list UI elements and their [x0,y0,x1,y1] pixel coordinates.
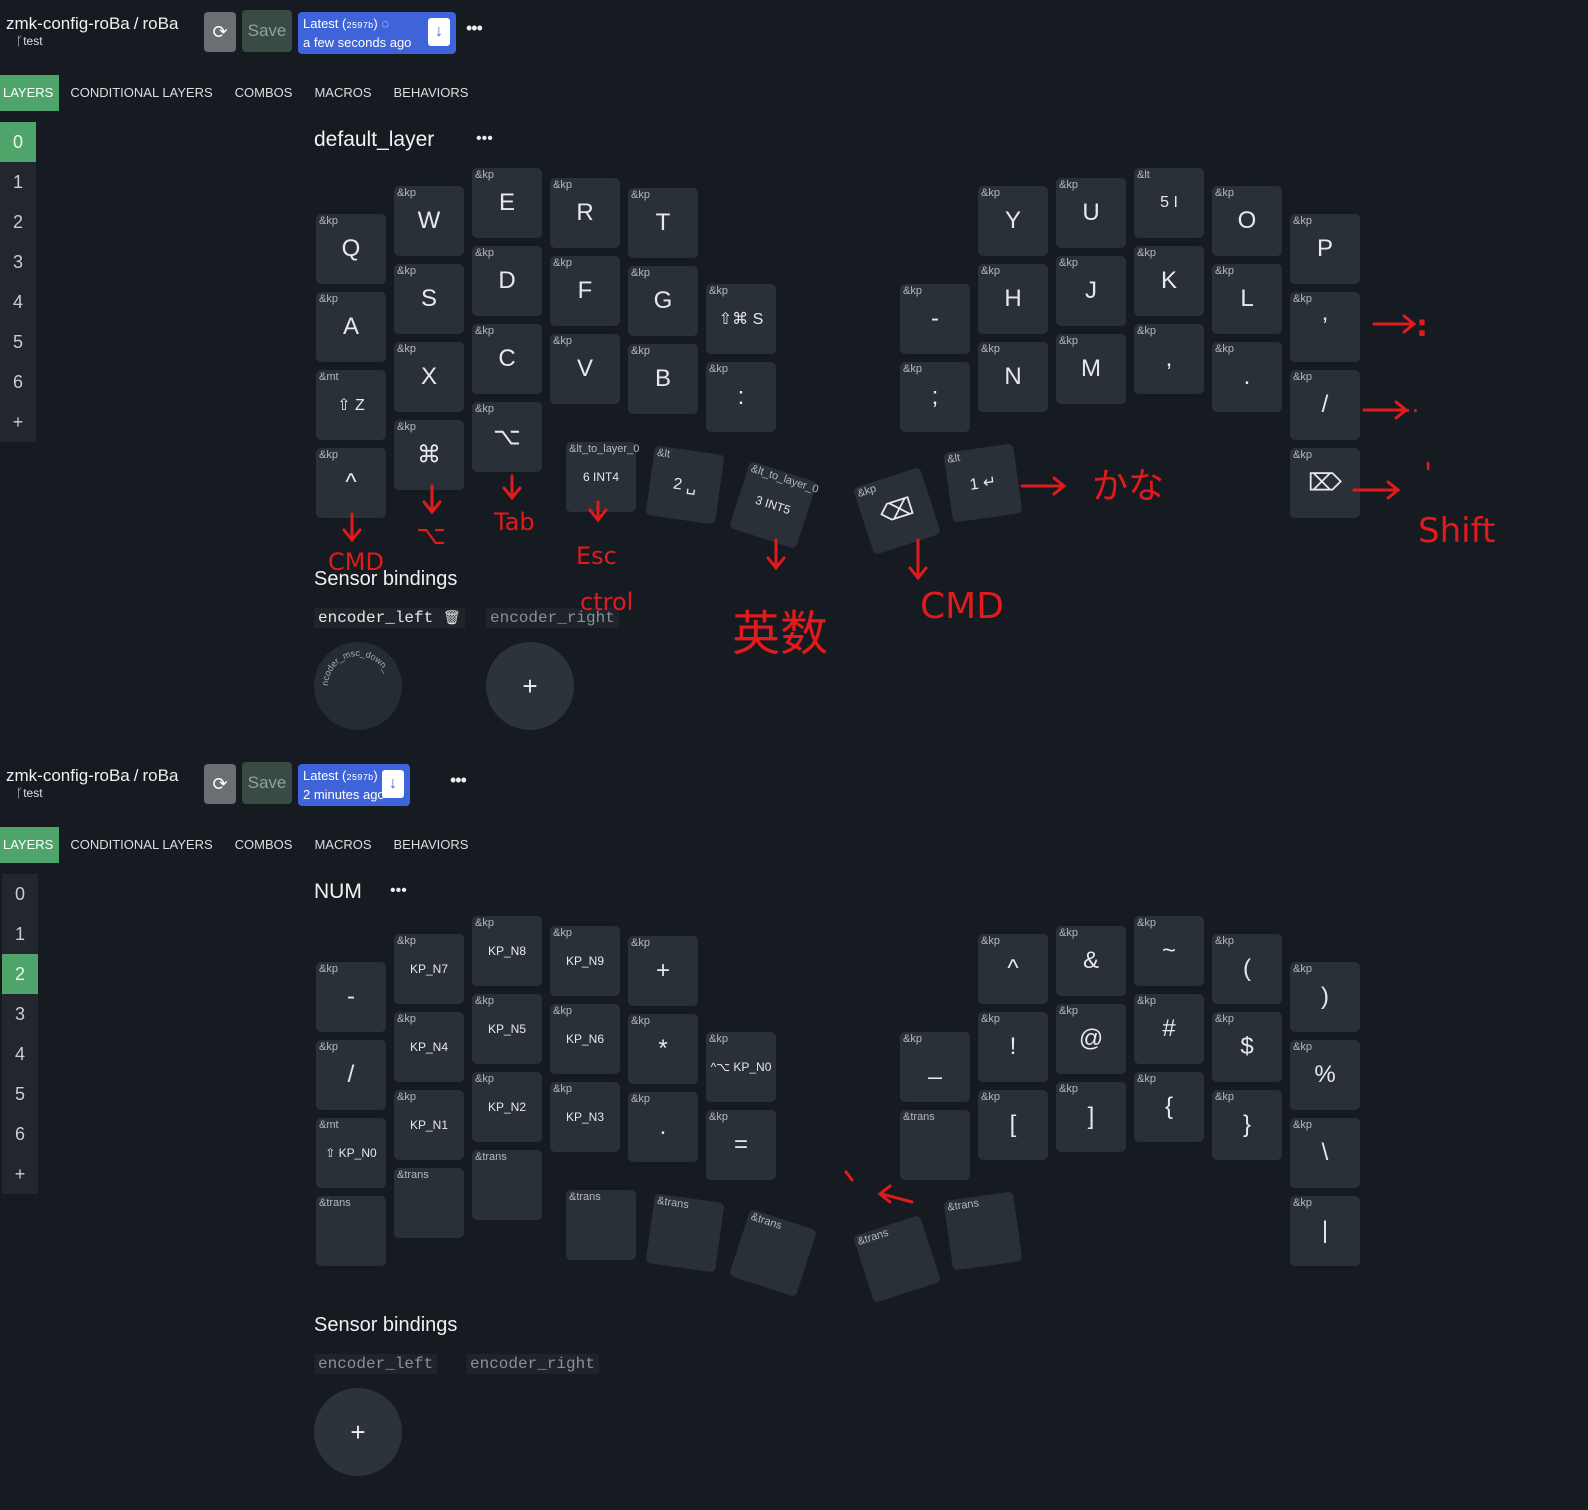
annotation-tab: Tab [493,508,535,536]
annotation-quote: ' [1424,457,1432,492]
annotation-eisu: 英数 [732,606,828,662]
annotation-cmd-left: CMD [328,548,384,576]
handwritten-annotations: CMD ⌥ Tab Esc ctrol 英数 CMD かな : .. ' Shi… [328,309,1495,1204]
annotation-dquote: .. [1404,390,1419,418]
annotation-option: ⌥ [416,521,446,551]
annotation-kana: かな [1092,466,1164,507]
annotation-labels: CMD ⌥ Tab Esc ctrol 英数 CMD かな : .. ' Shi… [328,309,1495,662]
annotation-colon: : [1416,309,1428,344]
annotation-esc: Esc [576,542,617,570]
annotation-ctrl: ctrol [580,588,633,616]
annotation-arrows [342,314,1417,1204]
annotation-cmd-right: CMD [920,586,1004,627]
annotation-shift: Shift [1418,511,1495,551]
